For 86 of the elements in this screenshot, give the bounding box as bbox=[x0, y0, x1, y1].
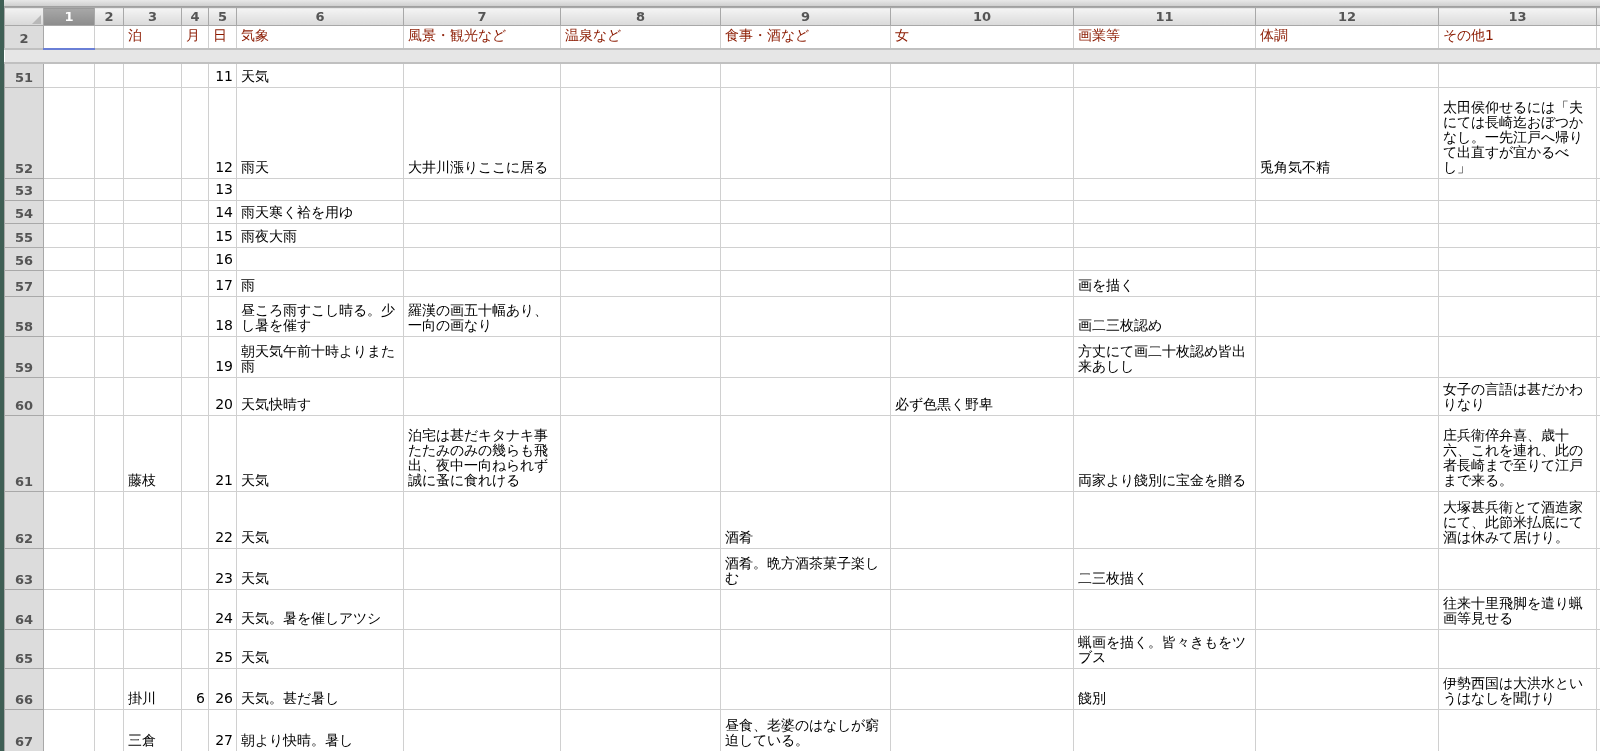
table-cell: 必ず色黒く野卑 bbox=[890, 377, 1074, 416]
table-cell: 天気。甚だ暑し bbox=[236, 668, 404, 710]
row-header[interactable]: 61 bbox=[4, 415, 44, 492]
table-cell: 15 bbox=[208, 223, 237, 248]
table-cell: 餞別 bbox=[1073, 668, 1256, 710]
table-cell: 12 bbox=[208, 87, 237, 179]
row-header[interactable]: 58 bbox=[4, 296, 44, 337]
table-cell: 天気。暑を催しアツシ bbox=[236, 589, 404, 630]
select-all-corner[interactable] bbox=[4, 7, 44, 26]
table-cell: 泊宅は甚だキタナキ事たたみのみの幾らも飛出、夜中一向ねられず誠に蚤に食れける bbox=[403, 415, 561, 492]
row-header[interactable]: 62 bbox=[4, 491, 44, 549]
triangle-icon bbox=[32, 15, 41, 24]
table-cell: 19 bbox=[208, 336, 237, 378]
row-header[interactable]: 59 bbox=[4, 336, 44, 378]
table-cell: 女子の言語は甚だかわりなり bbox=[1438, 377, 1597, 416]
table-cell: 25 bbox=[208, 629, 237, 669]
row-header[interactable]: 55 bbox=[4, 223, 44, 248]
table-cell: 6 bbox=[181, 668, 209, 710]
table-cell: 羅漢の画五十幅あり、一向の画なり bbox=[403, 296, 561, 337]
table-cell: 蝋画を描く。皆々きもをツブス bbox=[1073, 629, 1256, 669]
row-header[interactable]: 64 bbox=[4, 589, 44, 630]
row-header[interactable]: 51 bbox=[4, 62, 44, 88]
column-header[interactable]: 7 bbox=[403, 7, 561, 26]
table-cell: 雨天寒く袷を用ゆ bbox=[236, 200, 404, 224]
table-cell: 庄兵衛倅弁喜、歳十六、これを連れ、此の者長崎まで至りて江戸まで来る。 bbox=[1438, 415, 1597, 492]
column-header[interactable]: 10 bbox=[890, 7, 1074, 26]
table-cell: 太田侯仰せるには「夫にては長崎迄おぼつかなし。一先江戸へ帰りて出直すが宜かるべし」 bbox=[1438, 87, 1597, 179]
column-header[interactable]: 3 bbox=[123, 7, 182, 26]
table-cell: 雨天 bbox=[236, 87, 404, 179]
column-header[interactable]: 11 bbox=[1073, 7, 1256, 26]
row-header[interactable]: 54 bbox=[4, 200, 44, 224]
row-header[interactable]: 66 bbox=[4, 668, 44, 710]
table-cell: 両家より餞別に宝金を贈る bbox=[1073, 415, 1256, 492]
column-header[interactable]: 2 bbox=[94, 7, 124, 26]
row-header[interactable]: 52 bbox=[4, 87, 44, 179]
column-header[interactable]: 8 bbox=[560, 7, 721, 26]
column-header[interactable]: 1 bbox=[43, 7, 95, 26]
table-cell: 画二三枚認め bbox=[1073, 296, 1256, 337]
row-header[interactable]: 67 bbox=[4, 709, 44, 751]
table-cell: 17 bbox=[208, 270, 237, 297]
column-header[interactable]: 12 bbox=[1255, 7, 1439, 26]
table-cell: 天気 bbox=[236, 62, 404, 88]
table-cell: 13 bbox=[208, 178, 237, 201]
table-cell: 14 bbox=[208, 200, 237, 224]
column-header[interactable]: 9 bbox=[720, 7, 891, 26]
row-header[interactable]: 60 bbox=[4, 377, 44, 416]
table-cell: 酒肴 bbox=[720, 491, 891, 549]
table-cell: 天気 bbox=[236, 629, 404, 669]
column-header[interactable]: 13 bbox=[1438, 7, 1597, 26]
table-cell: 大井川漲りここに居る bbox=[403, 87, 561, 179]
table-cell: 昼ころ雨すこし晴る。少し暑を催す bbox=[236, 296, 404, 337]
table-cell: 18 bbox=[208, 296, 237, 337]
table-cell: 天気 bbox=[236, 415, 404, 492]
row-header[interactable]: 56 bbox=[4, 247, 44, 271]
table-cell: 画を描く bbox=[1073, 270, 1256, 297]
table-cell: 26 bbox=[208, 668, 237, 710]
table-cell: 21 bbox=[208, 415, 237, 492]
row-header[interactable]: 65 bbox=[4, 629, 44, 669]
column-header[interactable]: 4 bbox=[181, 7, 209, 26]
table-cell: 二三枚描く bbox=[1073, 548, 1256, 590]
table-cell: 往来十里飛脚を遣り蝋画等見せる bbox=[1438, 589, 1597, 630]
table-cell: 雨夜大雨 bbox=[236, 223, 404, 248]
table-cell: 22 bbox=[208, 491, 237, 549]
table-cell: 天気 bbox=[236, 491, 404, 549]
table-cell: 大塚甚兵衛とて酒造家にて、此節米払底にて酒は休みて居けり。 bbox=[1438, 491, 1597, 549]
table-cell: 雨 bbox=[236, 270, 404, 297]
table-cell: 天気 bbox=[236, 548, 404, 590]
table-cell: 方丈にて画二十枚認め皆出来あしし bbox=[1073, 336, 1256, 378]
table-cell: 朝天気午前十時よりまた雨 bbox=[236, 336, 404, 378]
row-header[interactable]: 63 bbox=[4, 548, 44, 590]
table-cell: 兎角気不精 bbox=[1255, 87, 1439, 179]
table-cell: 11 bbox=[208, 62, 237, 88]
table-cell: 掛川 bbox=[123, 668, 182, 710]
table-cell: 伊勢西国は大洪水というはなしを聞けり bbox=[1438, 668, 1597, 710]
column-header[interactable]: 5 bbox=[208, 7, 237, 26]
table-cell: 藤枝 bbox=[123, 415, 182, 492]
row-header[interactable]: 2 bbox=[4, 25, 44, 49]
table-cell: 23 bbox=[208, 548, 237, 590]
table-cell: 20 bbox=[208, 377, 237, 416]
table-cell: 酒肴。晩方酒茶菓子楽しむ bbox=[720, 548, 891, 590]
row-header[interactable]: 57 bbox=[4, 270, 44, 297]
table-cell: 24 bbox=[208, 589, 237, 630]
table-cell: 16 bbox=[208, 247, 237, 271]
table-cell: 天気快晴す bbox=[236, 377, 404, 416]
row-header[interactable]: 53 bbox=[4, 178, 44, 201]
column-header[interactable]: 6 bbox=[236, 7, 404, 26]
